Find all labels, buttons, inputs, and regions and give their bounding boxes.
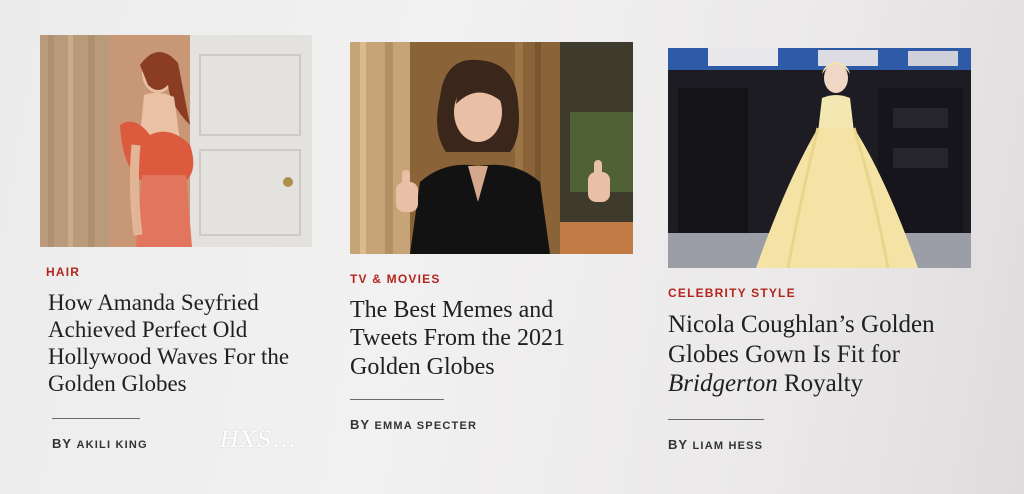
headline-divider xyxy=(52,417,140,419)
headline-divider xyxy=(350,398,444,400)
article-card-3[interactable]: Celebrity Style Nicola Coughlan’s Golden… xyxy=(668,48,988,454)
byline-label: BY xyxy=(668,436,689,452)
article-headline[interactable]: How Amanda Seyfried Achieved Perfect Old… xyxy=(48,289,303,398)
byline-label: BY xyxy=(350,416,371,432)
photo-woman-coral-gown-image xyxy=(40,35,312,247)
photo-woman-yellow-ballgown[interactable] xyxy=(668,48,971,268)
watermark-text: HXS... xyxy=(220,428,297,453)
author-name[interactable]: Emma Specter xyxy=(375,420,478,432)
photo-woman-thumbs-up[interactable] xyxy=(350,42,633,254)
headline-text-1: Nicola Coughlan’s Golden Globes Gown Is … xyxy=(668,311,935,368)
article-category[interactable]: TV & Movies xyxy=(350,272,640,286)
headline-italic-text: Bridgerton xyxy=(668,370,778,397)
article-byline[interactable]: BY Emma Specter xyxy=(350,416,640,434)
author-name[interactable]: Liam Hess xyxy=(693,440,764,452)
article-card-1[interactable]: Hair How Amanda Seyfried Achieved Perfec… xyxy=(40,35,315,453)
byline-label: BY xyxy=(52,435,73,451)
article-headline[interactable]: The Best Memes and Tweets From the 2021 … xyxy=(350,296,615,381)
photo-woman-coral-gown[interactable] xyxy=(40,35,312,247)
headline-divider xyxy=(668,418,764,420)
article-headline[interactable]: Nicola Coughlan’s Golden Globes Gown Is … xyxy=(668,310,968,399)
photo-woman-thumbs-up-image xyxy=(350,42,633,254)
author-name[interactable]: Akili King xyxy=(77,439,148,451)
article-card-2[interactable]: TV & Movies The Best Memes and Tweets Fr… xyxy=(350,42,640,434)
article-byline[interactable]: BY Liam Hess xyxy=(668,436,988,454)
photo-woman-yellow-ballgown-image xyxy=(668,48,971,268)
article-category[interactable]: Celebrity Style xyxy=(668,286,988,300)
page-background: Hair How Amanda Seyfried Achieved Perfec… xyxy=(0,0,1024,494)
article-category[interactable]: Hair xyxy=(46,265,315,279)
headline-text-2: Royalty xyxy=(777,370,864,397)
